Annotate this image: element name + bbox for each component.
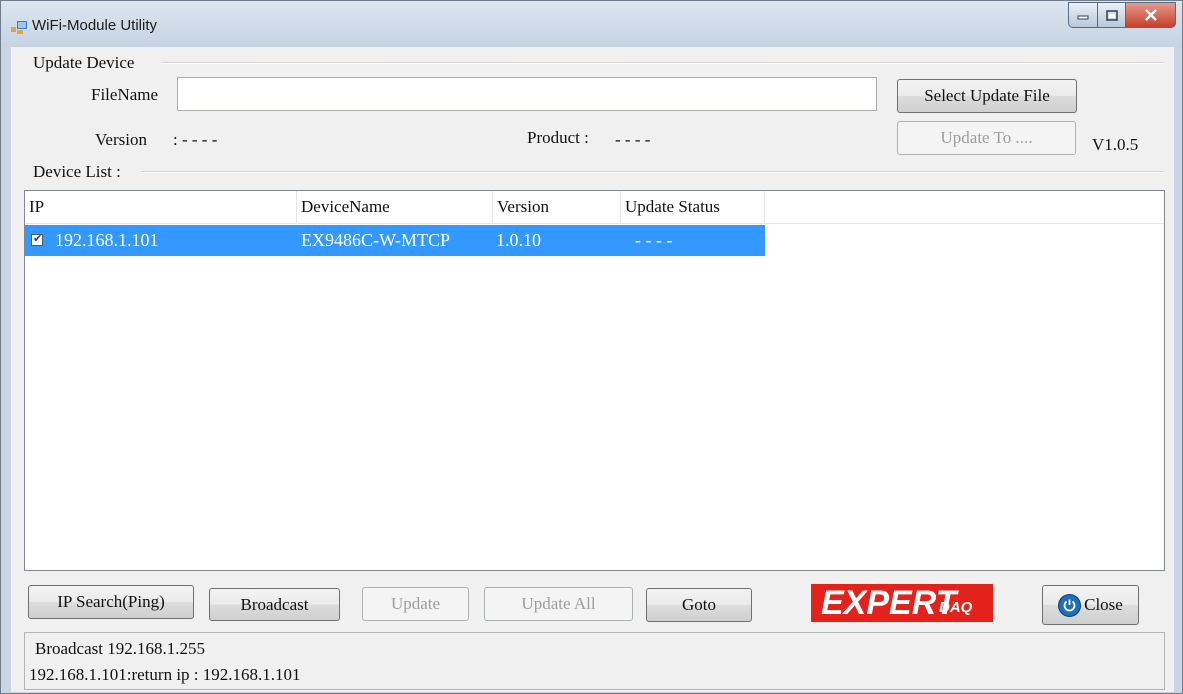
row-ip: 192.168.1.101 (55, 230, 159, 250)
column-header-ip[interactable]: IP (25, 191, 297, 223)
app-version: V1.0.5 (1092, 135, 1139, 154)
row-update-status: - - - - (635, 230, 673, 250)
close-icon (1144, 9, 1157, 21)
checkmark-icon: ✔ (33, 232, 43, 245)
column-header-version[interactable]: Version (493, 191, 621, 223)
logo-text: EXPERT (821, 584, 957, 622)
close-button-label: Close (1084, 595, 1123, 614)
minimize-button[interactable] (1068, 2, 1098, 28)
update-button[interactable]: Update (362, 587, 469, 621)
status-line: Broadcast 192.168.1.255 (35, 639, 205, 658)
update-all-button[interactable]: Update All (484, 587, 633, 621)
window-close-button[interactable] (1126, 2, 1176, 28)
row-checkbox[interactable]: ✔ (31, 232, 43, 246)
app-window: WiFi-Module Utility Update Device FileNa… (0, 0, 1183, 694)
maximize-button[interactable] (1098, 2, 1126, 28)
power-icon (1058, 593, 1082, 617)
minimize-icon (1077, 15, 1089, 20)
table-row[interactable]: ✔ 192.168.1.101 EX9486C-W-MTCP 1.0.10 - … (25, 225, 765, 256)
status-line: 192.168.1.101:return ip : 192.168.1.101 (29, 665, 301, 684)
version-label: Version (95, 130, 147, 149)
product-label: Product : (527, 128, 589, 147)
update-device-group-label: Update Device (33, 53, 135, 72)
column-header-update-status[interactable]: Update Status (621, 191, 765, 223)
window-controls (1068, 2, 1176, 29)
device-list-header: IP DeviceName Version Update Status (25, 191, 1164, 224)
version-value: : - - - - (173, 130, 218, 149)
maximize-icon (1105, 9, 1118, 21)
product-value: - - - - (615, 130, 651, 149)
column-header-device-name[interactable]: DeviceName (297, 191, 493, 223)
expert-daq-logo: EXPERT DAQ (811, 584, 993, 622)
close-button[interactable]: Close (1042, 585, 1139, 625)
app-window-icon (11, 21, 27, 34)
ip-search-ping-button[interactable]: IP Search(Ping) (28, 585, 194, 619)
select-update-file-button[interactable]: Select Update File (897, 79, 1077, 113)
goto-button[interactable]: Goto (646, 588, 752, 622)
group-divider (141, 171, 1164, 173)
device-list[interactable]: IP DeviceName Version Update Status ✔ 19… (24, 190, 1165, 571)
client-area: Update Device FileName Select Update Fil… (11, 47, 1174, 692)
filename-field[interactable] (177, 77, 877, 111)
row-version: 1.0.10 (496, 230, 541, 250)
device-list-group-label: Device List : (33, 162, 121, 181)
title-bar[interactable]: WiFi-Module Utility (1, 1, 1182, 47)
logo-sub-text: DAQ (939, 599, 973, 616)
row-device-name: EX9486C-W-MTCP (301, 230, 451, 250)
status-log: Broadcast 192.168.1.255 192.168.1.101:re… (24, 632, 1165, 690)
window-title: WiFi-Module Utility (32, 17, 158, 34)
group-divider (161, 62, 1164, 64)
broadcast-button[interactable]: Broadcast (209, 588, 340, 621)
update-to-button[interactable]: Update To .... (897, 121, 1076, 155)
filename-label: FileName (91, 85, 159, 104)
